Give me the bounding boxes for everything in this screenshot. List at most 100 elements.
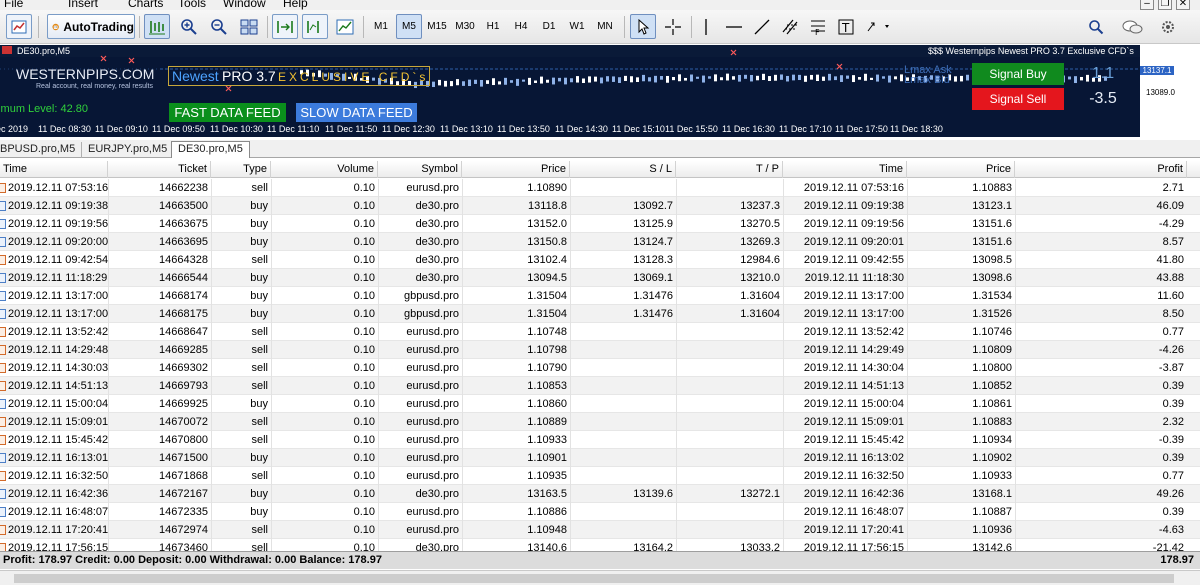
tab-eurjpy[interactable]: EURJPY.pro,M5 — [82, 142, 175, 158]
channel-icon[interactable] — [778, 14, 802, 39]
timeframe-h1[interactable]: H1 — [480, 14, 506, 39]
cell-symbol: eurusd.pro — [406, 344, 459, 356]
col-sl[interactable]: S / L — [570, 161, 676, 178]
chart-bars-icon[interactable] — [144, 14, 170, 39]
timeframe-m1[interactable]: M1 — [368, 14, 394, 39]
signal-sell-button[interactable]: Signal Sell — [972, 88, 1064, 110]
cell-profit: 2.71 — [1162, 182, 1184, 194]
auto-scroll-icon[interactable] — [272, 14, 298, 39]
col-profit[interactable]: Profit — [1015, 161, 1187, 178]
signal-buy-button[interactable]: Signal Buy — [972, 63, 1064, 85]
close-icon[interactable]: ✕ — [1176, 0, 1190, 10]
col-close-time[interactable]: Time — [783, 161, 907, 178]
menu-file[interactable]: File — [4, 0, 23, 10]
table-row[interactable]: 2019.12.11 16:42:36 14672167 buy 0.10 de30.p… — [0, 485, 1200, 503]
market-watch-icon[interactable] — [6, 14, 32, 39]
table-row[interactable]: 2019.12.11 15:45:42 14670800 sell 0.10 eurus… — [0, 431, 1200, 449]
table-row[interactable]: 2019.12.11 13:17:00 14668175 buy 0.10 gbpusd… — [0, 305, 1200, 323]
restore-icon[interactable]: ❐ — [1158, 0, 1172, 10]
col-time[interactable]: Time — [0, 161, 108, 178]
column-divider — [462, 305, 463, 323]
table-row[interactable]: 2019.12.11 17:20:41 14672974 sell 0.10 eurus… — [0, 521, 1200, 539]
table-row[interactable]: 2019.12.11 14:30:03 14669302 sell 0.10 eurus… — [0, 359, 1200, 377]
table-row[interactable]: 2019.12.11 16:32:50 14671868 sell 0.10 eurus… — [0, 467, 1200, 485]
column-divider — [570, 323, 571, 341]
zoom-in-icon[interactable] — [176, 14, 202, 39]
table-row[interactable]: 2019.12.11 09:42:54 14664328 sell 0.10 de30.… — [0, 251, 1200, 269]
tab-de30[interactable]: DE30.pro,M5 — [171, 141, 250, 158]
minimize-icon[interactable]: – — [1140, 0, 1154, 10]
chat-icon[interactable] — [1118, 14, 1146, 39]
table-row[interactable]: 2019.12.11 16:13:01 14671500 buy 0.10 eurusd… — [0, 449, 1200, 467]
menu-insert[interactable]: Insert — [68, 0, 98, 10]
timeframe-d1[interactable]: D1 — [536, 14, 562, 39]
table-row[interactable]: 2019.12.11 13:52:42 14668647 sell 0.10 eurus… — [0, 323, 1200, 341]
timeframe-w1[interactable]: W1 — [564, 14, 590, 39]
column-divider — [907, 467, 908, 485]
column-divider — [783, 431, 784, 449]
table-row[interactable]: 2019.12.11 14:29:48 14669285 sell 0.10 eurus… — [0, 341, 1200, 359]
vertical-line-icon[interactable] — [694, 14, 718, 39]
column-divider — [108, 377, 109, 395]
cell-type: buy — [250, 398, 268, 410]
timeframe-m30[interactable]: M30 — [452, 14, 478, 39]
timeframe-h4[interactable]: H4 — [508, 14, 534, 39]
col-volume[interactable]: Volume — [271, 161, 378, 178]
col-ticket[interactable]: Ticket — [108, 161, 211, 178]
table-row[interactable]: 2019.12.11 09:19:38 14663500 buy 0.10 de30.p… — [0, 197, 1200, 215]
toolbar-separator — [691, 16, 692, 38]
horizontal-line-icon[interactable] — [722, 14, 746, 39]
zoom-out-icon[interactable] — [206, 14, 232, 39]
fibonacci-icon[interactable]: F — [806, 14, 830, 39]
menu-charts[interactable]: Charts — [128, 0, 163, 10]
table-row[interactable]: 2019.12.11 15:09:01 14670072 sell 0.10 eurus… — [0, 413, 1200, 431]
toolbar-separator — [139, 16, 140, 38]
col-close-price[interactable]: Price — [907, 161, 1015, 178]
table-row[interactable]: 2019.12.11 07:53:16 14662238 sell 0.10 eurus… — [0, 179, 1200, 197]
cell-profit: 0.39 — [1162, 452, 1184, 464]
cursor-icon[interactable] — [630, 14, 656, 39]
tile-windows-icon[interactable] — [236, 14, 262, 39]
current-price-marker: 13137.1 — [1140, 66, 1174, 75]
arrows-dropdown-icon[interactable] — [862, 14, 896, 39]
autotrading-button[interactable]: AutoTrading — [47, 14, 135, 39]
column-divider — [907, 485, 908, 503]
column-divider — [271, 413, 272, 431]
table-row[interactable]: 2019.12.11 09:20:00 14663695 buy 0.10 de30.p… — [0, 233, 1200, 251]
column-divider — [676, 413, 677, 431]
menu-help[interactable]: Help — [283, 0, 308, 10]
scrollbar-thumb[interactable] — [14, 574, 1174, 583]
horizontal-scrollbar[interactable] — [0, 570, 1200, 585]
col-price[interactable]: Price — [462, 161, 570, 178]
table-row[interactable]: 2019.12.11 15:00:04 14669925 buy 0.10 eurusd… — [0, 395, 1200, 413]
cell-stop-loss — [570, 413, 676, 431]
table-row[interactable]: 2019.12.11 11:18:29 14666544 buy 0.10 de30.p… — [0, 269, 1200, 287]
text-tool-icon[interactable]: T — [834, 14, 858, 39]
timeframe-mn[interactable]: MN — [592, 14, 618, 39]
col-tp[interactable]: T / P — [676, 161, 783, 178]
settings-icon[interactable] — [1156, 14, 1180, 39]
cell-stop-loss: 13139.6 — [633, 488, 673, 500]
col-type[interactable]: Type — [211, 161, 271, 178]
table-row[interactable]: 2019.12.11 13:17:00 14668174 buy 0.10 gbpusd… — [0, 287, 1200, 305]
menu-window[interactable]: Window — [223, 0, 266, 10]
chart-shift-icon[interactable] — [302, 14, 328, 39]
crosshair-icon[interactable] — [660, 14, 686, 39]
timeframe-m5[interactable]: M5 — [396, 14, 422, 39]
table-row[interactable]: 2019.12.11 09:19:56 14663675 buy 0.10 de30.p… — [0, 215, 1200, 233]
table-row[interactable]: 2019.12.11 16:48:07 14672335 buy 0.10 eurusd… — [0, 503, 1200, 521]
candle — [864, 73, 867, 81]
column-divider — [676, 449, 677, 467]
tab-gbpusd[interactable]: BPUSD.pro,M5 — [0, 142, 83, 158]
cell-ticket: 14670072 — [159, 416, 208, 428]
col-symbol[interactable]: Symbol — [378, 161, 462, 178]
table-row[interactable]: 2019.12.11 14:51:13 14669793 sell 0.10 eurus… — [0, 377, 1200, 395]
indicators-icon[interactable] — [332, 14, 358, 39]
column-divider — [1015, 251, 1016, 269]
trendline-icon[interactable] — [750, 14, 774, 39]
timeframe-m15[interactable]: M15 — [424, 14, 450, 39]
search-icon[interactable] — [1084, 14, 1108, 39]
cell-ticket: 14668647 — [159, 326, 208, 338]
candle — [678, 74, 681, 82]
menu-tools[interactable]: Tools — [178, 0, 206, 10]
